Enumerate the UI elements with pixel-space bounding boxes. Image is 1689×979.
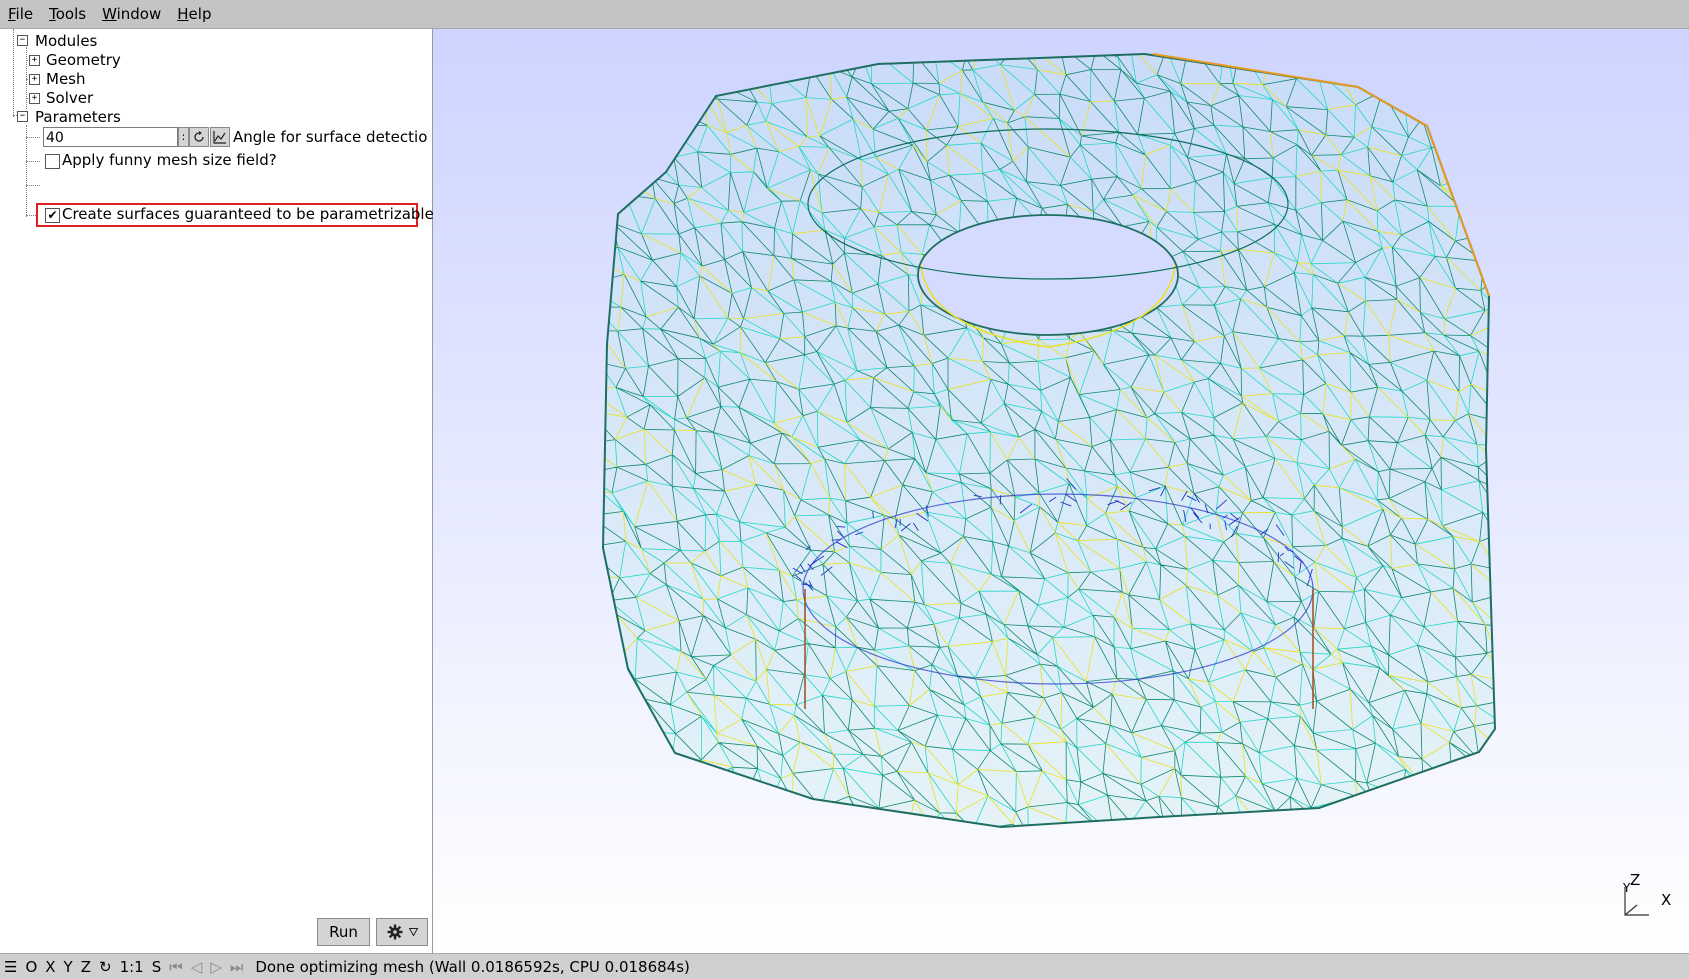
rotate-icon	[194, 131, 204, 142]
status-message: Done optimizing mesh (Wall 0.0186592s, C…	[255, 957, 690, 976]
dropdown-triangle-icon	[408, 928, 418, 936]
hamburger-icon[interactable]: ☰	[0, 958, 21, 976]
axis-x-label: X	[1661, 891, 1672, 909]
next-step-icon[interactable]: ⏭	[226, 958, 248, 976]
angle-label: Angle for surface detectio	[233, 128, 428, 146]
status-bar: ☰ O X Y Z ↻ 1:1 S ⏮ ◁ ▷ ⏭ Done optimizin…	[0, 953, 1689, 979]
plot-button[interactable]	[210, 127, 230, 147]
parametrizable-label[interactable]: Create surfaces guaranteed to be paramet…	[62, 205, 434, 223]
scale-button[interactable]: 1:1	[116, 958, 148, 976]
tree-item-solver[interactable]: Solver	[46, 89, 93, 107]
menu-window[interactable]: Window	[94, 0, 169, 28]
funny-mesh-checkbox[interactable]	[45, 154, 60, 169]
gear-icon	[387, 924, 402, 940]
tree-item-modules[interactable]: Modules	[35, 32, 97, 50]
axis-z-label: Z	[1630, 871, 1641, 889]
rotate-view-icon[interactable]: ↻	[95, 958, 116, 976]
menu-file[interactable]: File	[0, 0, 41, 28]
first-step-icon[interactable]: ⏮	[165, 958, 187, 976]
collapse-parameters-icon[interactable]: −	[17, 111, 28, 122]
menu-bar: File Tools Window Help	[0, 0, 1689, 29]
expand-solver-icon[interactable]: +	[29, 93, 40, 104]
run-button[interactable]: Run	[317, 918, 370, 946]
tree-item-mesh[interactable]: Mesh	[46, 70, 86, 88]
menu-tools[interactable]: Tools	[41, 0, 94, 28]
tree-item-geometry[interactable]: Geometry	[46, 51, 121, 69]
view-o-button[interactable]: O	[21, 958, 41, 976]
expand-mesh-icon[interactable]: +	[29, 74, 40, 85]
expand-geometry-icon[interactable]: +	[29, 55, 40, 66]
graphics-viewport[interactable]: Z Y X	[433, 29, 1689, 953]
spin-handle[interactable]: :	[178, 127, 189, 147]
menu-help[interactable]: Help	[169, 0, 219, 28]
tree-item-parameters[interactable]: Parameters	[35, 108, 121, 126]
play-icon[interactable]: ▷	[206, 958, 226, 976]
view-z-button[interactable]: Z	[77, 958, 95, 976]
s-button[interactable]: S	[148, 958, 166, 976]
view-y-button[interactable]: Y	[60, 958, 77, 976]
collapse-modules-icon[interactable]: −	[17, 35, 28, 46]
settings-button[interactable]	[376, 918, 428, 946]
view-x-button[interactable]: X	[41, 958, 59, 976]
funny-mesh-label[interactable]: Apply funny mesh size field?	[62, 151, 277, 169]
rotate-button[interactable]	[189, 127, 209, 147]
mesh-wireframe	[601, 52, 1497, 829]
axis-y-label: Y	[1623, 881, 1631, 895]
prev-step-icon[interactable]: ◁	[187, 958, 207, 976]
options-tree-panel: − Modules + Geometry + Mesh + Solver − P…	[0, 29, 434, 953]
plot-icon	[213, 131, 226, 144]
parametrizable-checkbox[interactable]: ✔	[45, 208, 60, 223]
angle-input[interactable]: 40	[43, 127, 178, 147]
